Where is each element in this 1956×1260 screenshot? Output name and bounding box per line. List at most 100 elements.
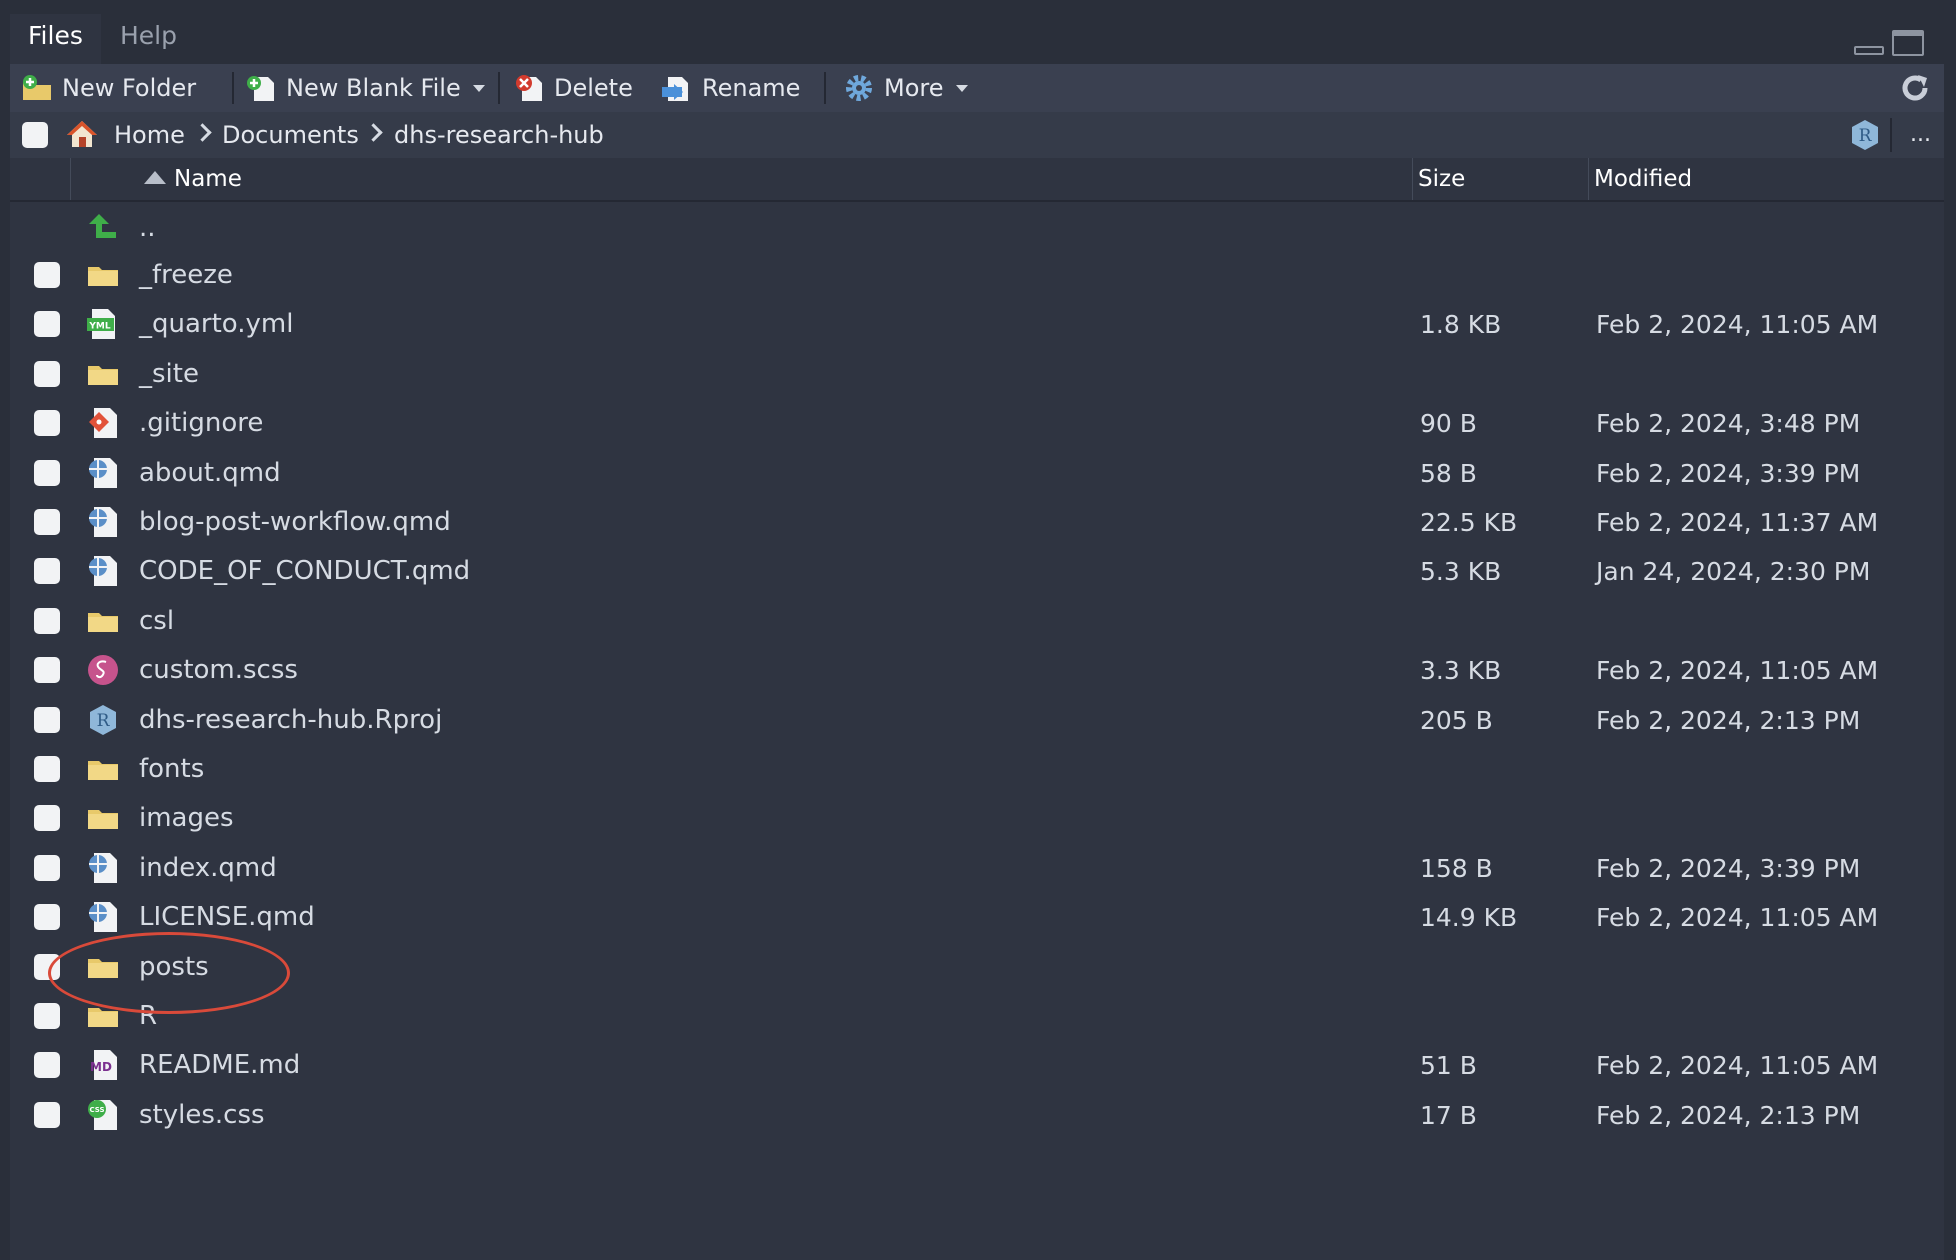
chevron-down-icon: [472, 84, 485, 92]
file-modified: Feb 2, 2024, 3:48 PM: [1596, 409, 1861, 439]
file-checkbox[interactable]: [34, 558, 60, 585]
file-name-link[interactable]: csl: [139, 597, 174, 646]
column-header-name[interactable]: Name: [174, 158, 242, 200]
file-row[interactable]: fonts: [10, 745, 1944, 794]
file-checkbox[interactable]: [34, 657, 60, 684]
file-modified: Feb 2, 2024, 3:39 PM: [1596, 853, 1861, 883]
go-to-directory-button[interactable]: ...: [1910, 112, 1931, 158]
file-name-link[interactable]: _freeze: [139, 251, 233, 300]
home-icon[interactable]: [64, 118, 100, 150]
new-folder-icon: [23, 75, 51, 100]
file-row[interactable]: posts: [10, 943, 1944, 992]
file-checkbox[interactable]: [34, 904, 60, 931]
refresh-icon[interactable]: [1898, 72, 1932, 104]
file-row[interactable]: CODE_OF_CONDUCT.qmd 5.3 KB Jan 24, 2024, 2…: [10, 547, 1944, 596]
file-name-link[interactable]: fonts: [139, 745, 204, 794]
file-name-link[interactable]: _site: [139, 350, 199, 399]
r-project-icon[interactable]: R: [1848, 118, 1882, 152]
new-folder-button[interactable]: New Folder: [20, 64, 196, 112]
file-size: 22.5 KB: [1420, 508, 1518, 537]
file-row[interactable]: about.qmd 58 B Feb 2, 2024, 3:39 PM: [10, 449, 1944, 498]
file-name-link[interactable]: README.md: [139, 1041, 300, 1090]
pane-tab-bar: Files Help: [10, 14, 1944, 64]
file-row[interactable]: CSS styles.css 17 B Feb 2, 2024, 2:13 PM: [10, 1091, 1944, 1140]
tab-files[interactable]: Files: [10, 14, 101, 64]
quarto-file-icon: [86, 505, 120, 539]
file-checkbox[interactable]: [34, 805, 60, 832]
file-checkbox[interactable]: [34, 509, 60, 535]
file-name-link[interactable]: index.qmd: [139, 844, 277, 893]
file-size: 158 B: [1420, 853, 1493, 883]
file-checkbox[interactable]: [34, 1052, 60, 1079]
file-modified: Jan 24, 2024, 2:30 PM: [1596, 557, 1871, 587]
breadcrumb-documents[interactable]: Documents: [222, 112, 359, 158]
file-checkbox[interactable]: [34, 410, 60, 437]
svg-text:R: R: [97, 711, 111, 731]
maximize-pane-icon[interactable]: [1892, 30, 1924, 56]
file-checkbox[interactable]: [34, 262, 60, 288]
delete-button[interactable]: Delete: [512, 64, 633, 112]
file-checkbox[interactable]: [34, 854, 60, 881]
file-modified: Feb 2, 2024, 11:05 AM: [1596, 903, 1879, 933]
file-name-link[interactable]: custom.scss: [139, 646, 298, 695]
file-name-link[interactable]: blog-post-workflow.qmd: [139, 498, 451, 547]
file-checkbox[interactable]: [34, 459, 60, 486]
file-name-link[interactable]: CODE_OF_CONDUCT.qmd: [139, 547, 470, 596]
file-name-link[interactable]: images: [139, 794, 234, 843]
file-name-link[interactable]: .gitignore: [139, 399, 263, 448]
file-row[interactable]: csl: [10, 597, 1944, 646]
file-row[interactable]: .gitignore 90 B Feb 2, 2024, 3:48 PM: [10, 399, 1944, 448]
breadcrumb: Home Documents dhs-research-hub R ...: [10, 112, 1944, 158]
file-row[interactable]: _freeze: [10, 251, 1944, 300]
file-row[interactable]: LICENSE.qmd 14.9 KB Feb 2, 2024, 11:05 AM: [10, 893, 1944, 942]
rproj-file-icon: R: [86, 703, 120, 737]
file-name-link[interactable]: styles.css: [139, 1091, 265, 1140]
more-button[interactable]: More: [842, 64, 968, 112]
toolbar-separator: [498, 72, 500, 104]
up-arrow-icon: [89, 214, 116, 238]
file-row[interactable]: YML _quarto.yml 1.8 KB Feb 2, 2024, 11:05 A…: [10, 300, 1944, 349]
minimize-pane-icon[interactable]: [1854, 46, 1884, 55]
css-file-icon: CSS: [86, 1098, 120, 1132]
file-row[interactable]: _site: [10, 350, 1944, 399]
file-row[interactable]: Rdhs-research-hub.Rproj 205 B Feb 2, 2024,…: [10, 696, 1944, 745]
file-list-header: Name Size Modified: [10, 158, 1944, 202]
gear-icon: [846, 75, 872, 101]
breadcrumb-home[interactable]: Home: [114, 112, 185, 158]
breadcrumb-chevron-icon: [364, 123, 383, 142]
folder-icon: [86, 604, 120, 638]
column-header-size[interactable]: Size: [1418, 158, 1465, 200]
parent-directory-row[interactable]: ..: [10, 204, 1944, 253]
files-toolbar: New Folder New Blank File Delete Rename …: [10, 64, 1944, 112]
file-checkbox[interactable]: [34, 360, 60, 387]
delete-label: Delete: [554, 74, 633, 102]
file-name-link[interactable]: dhs-research-hub.Rproj: [139, 696, 442, 745]
file-checkbox[interactable]: [34, 1101, 60, 1128]
file-modified: Feb 2, 2024, 11:05 AM: [1596, 1051, 1879, 1081]
parent-directory-label: ..: [139, 213, 156, 243]
rename-button[interactable]: Rename: [660, 64, 800, 112]
file-row[interactable]: R: [10, 992, 1944, 1041]
file-row[interactable]: custom.scss 3.3 KB Feb 2, 2024, 11:05 AM: [10, 646, 1944, 695]
folder-icon: [86, 258, 120, 292]
file-row[interactable]: images: [10, 794, 1944, 843]
file-checkbox[interactable]: [34, 706, 60, 733]
file-checkbox[interactable]: [34, 607, 60, 634]
new-file-icon: [247, 76, 274, 101]
chevron-down-icon: [955, 84, 968, 92]
tab-help[interactable]: Help: [102, 14, 195, 64]
file-name-link[interactable]: _quarto.yml: [139, 300, 293, 349]
new-blank-file-button[interactable]: New Blank File: [244, 64, 485, 112]
file-name-link[interactable]: about.qmd: [139, 449, 281, 498]
file-checkbox[interactable]: [34, 756, 60, 782]
file-row[interactable]: MD README.md 51 B Feb 2, 2024, 11:05 AM: [10, 1041, 1944, 1090]
breadcrumb-project[interactable]: dhs-research-hub: [394, 112, 604, 158]
folder-icon: [86, 752, 120, 786]
file-checkbox[interactable]: [34, 1003, 60, 1029]
file-row[interactable]: blog-post-workflow.qmd 22.5 KB Feb 2, 2024…: [10, 498, 1944, 547]
select-all-checkbox[interactable]: [22, 122, 48, 148]
column-header-modified[interactable]: Modified: [1594, 158, 1692, 200]
file-row[interactable]: index.qmd 158 B Feb 2, 2024, 3:39 PM: [10, 844, 1944, 893]
file-checkbox[interactable]: [34, 311, 60, 338]
file-size: 5.3 KB: [1420, 557, 1502, 587]
